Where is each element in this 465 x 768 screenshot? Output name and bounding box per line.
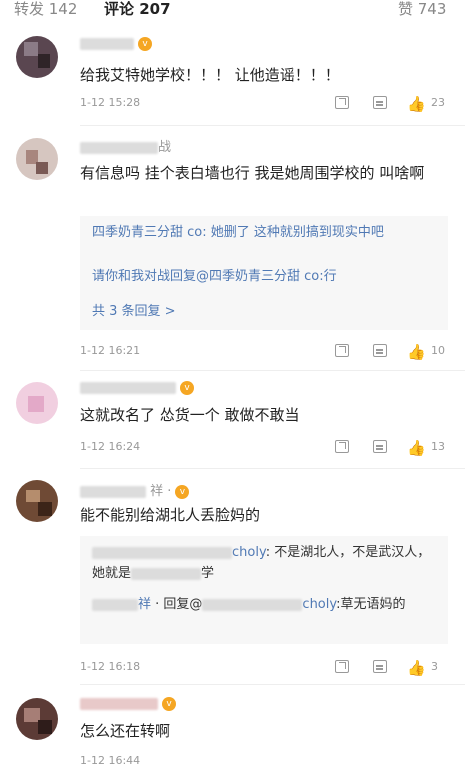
avatar[interactable] xyxy=(16,36,58,78)
comment-actions: 👍 13 xyxy=(335,439,455,457)
comment-time: 1-12 16:21 xyxy=(80,344,141,357)
reply-text: 四季奶青三分甜 co: 她删了 这种就别搞到现实中吧 xyxy=(92,225,384,240)
like-icon[interactable]: 👍 xyxy=(407,659,426,677)
replies-box: 四季奶青三分甜 co: 她删了 这种就别搞到现实中吧 请你和我对战回复@四季奶青… xyxy=(80,216,448,330)
user-name[interactable]: 祥 · v xyxy=(80,480,190,499)
comment-time: 1-12 16:24 xyxy=(80,440,141,453)
vip-badge-icon: v xyxy=(180,380,194,395)
avatar[interactable] xyxy=(16,138,58,180)
comment-time: 1-12 16:44 xyxy=(80,754,141,767)
user-name[interactable]: v xyxy=(80,380,194,395)
vip-badge-icon: v xyxy=(175,484,190,499)
divider xyxy=(80,125,465,126)
reply-text: 祥 · 回复@ choly:草无语妈的 xyxy=(92,594,442,615)
comment-text: 能不能别给湖北人丢脸妈的 xyxy=(80,506,261,524)
divider xyxy=(80,468,465,469)
replies-box: choly: 不是湖北人，不是武汉人，她就是学 祥 · 回复@ choly:草无语… xyxy=(80,536,448,644)
reply-icon[interactable] xyxy=(373,440,387,453)
comment-actions: 👍 3 xyxy=(335,659,455,677)
comment-time: 1-12 15:28 xyxy=(80,96,141,109)
like-count: 23 xyxy=(431,96,445,109)
comment-text: 给我艾特她学校！！！ 让他造谣！！！ xyxy=(80,66,340,84)
comment-time: 1-12 16:18 xyxy=(80,660,141,673)
share-icon[interactable] xyxy=(335,440,349,453)
reply-text: choly: 不是湖北人，不是武汉人，她就是学 xyxy=(92,545,431,581)
tab-repost[interactable]: 转发 142 xyxy=(14,0,77,18)
avatar[interactable] xyxy=(16,382,58,424)
like-count: 13 xyxy=(431,440,445,453)
like-icon[interactable]: 👍 xyxy=(407,439,426,457)
like-icon[interactable]: 👍 xyxy=(407,343,426,361)
more-replies-link[interactable]: 共 3 条回复 > xyxy=(92,300,176,319)
share-icon[interactable] xyxy=(335,96,349,109)
reply-icon[interactable] xyxy=(373,96,387,109)
tab-comments[interactable]: 评论 207 xyxy=(104,0,171,18)
like-icon[interactable]: 👍 xyxy=(407,95,426,113)
comment-text: 怎么还在转啊 xyxy=(80,722,171,740)
reply-icon[interactable] xyxy=(373,660,387,673)
user-name[interactable]: v xyxy=(80,696,176,711)
comment-text: 有信息吗 挂个表白墙也行 我是她周围学校的 叫啥啊 xyxy=(80,164,425,182)
user-name[interactable]: 战 xyxy=(80,136,171,155)
comment-actions: 👍 10 xyxy=(335,343,455,361)
reply-text: 请你和我对战回复@四季奶青三分甜 co:行 xyxy=(92,269,337,284)
share-icon[interactable] xyxy=(335,660,349,673)
comment-actions: 👍 23 xyxy=(335,95,455,113)
tab-likes[interactable]: 赞 743 xyxy=(398,0,446,18)
reply-icon[interactable] xyxy=(373,344,387,357)
user-name[interactable]: v xyxy=(80,36,152,51)
avatar[interactable] xyxy=(16,698,58,740)
divider xyxy=(80,370,465,371)
vip-badge-icon: v xyxy=(162,696,176,711)
share-icon[interactable] xyxy=(335,344,349,357)
avatar[interactable] xyxy=(16,480,58,522)
vip-badge-icon: v xyxy=(138,36,152,51)
like-count: 10 xyxy=(431,344,445,357)
divider xyxy=(80,684,465,685)
comment-text: 这就改名了 怂货一个 敢做不敢当 xyxy=(80,406,300,424)
tab-bar: 转发 142 评论 207 赞 743 xyxy=(0,0,465,22)
like-count: 3 xyxy=(431,660,438,673)
